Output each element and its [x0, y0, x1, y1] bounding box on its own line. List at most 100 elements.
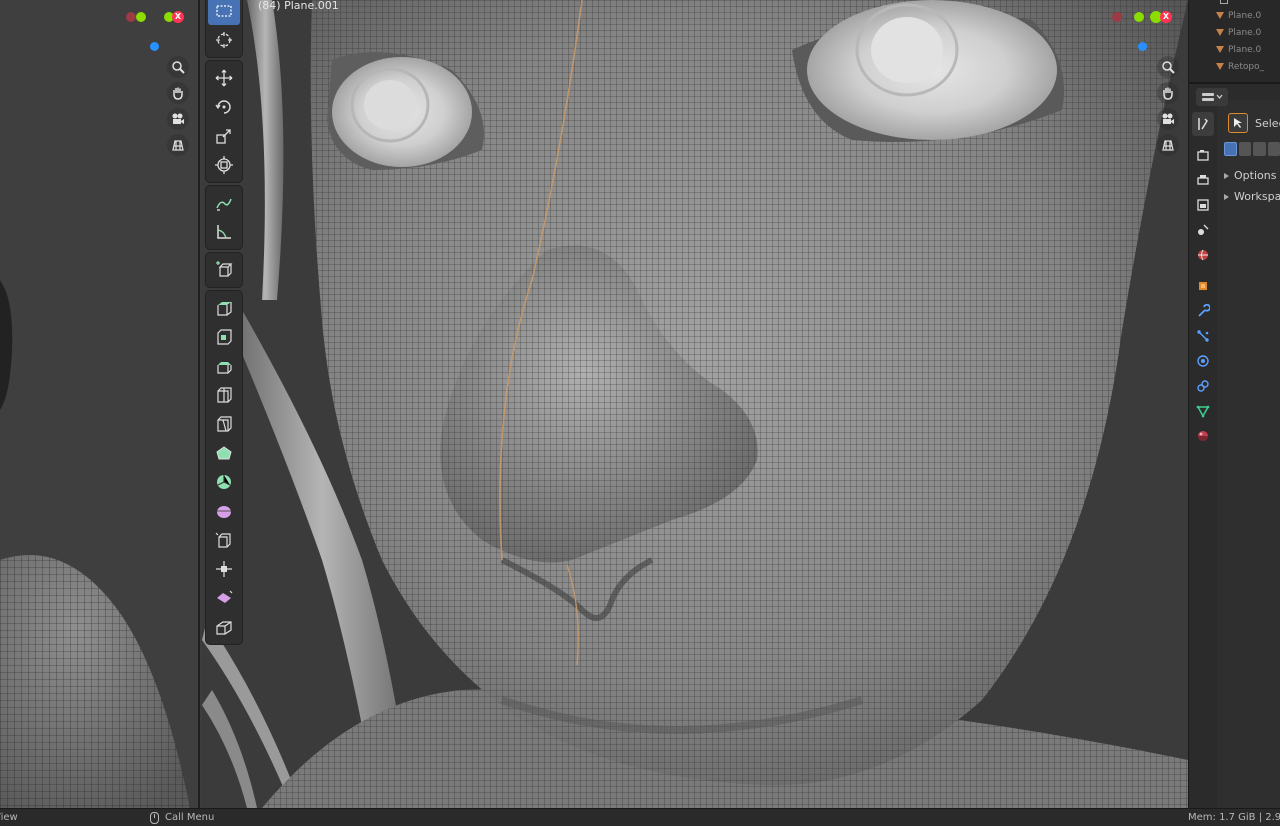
scale-tool[interactable] — [208, 122, 240, 150]
annotate-tool[interactable] — [208, 189, 240, 217]
world-globe-icon — [1198, 249, 1208, 261]
cursor-tool[interactable] — [208, 26, 240, 54]
outliner-row[interactable]: Retopo_ — [1192, 59, 1280, 76]
spin-icon — [217, 475, 231, 489]
mesh-object-icon — [1216, 29, 1224, 36]
rip-icon — [216, 621, 232, 635]
tab-physics[interactable] — [1192, 349, 1214, 373]
pan-hand-icon[interactable] — [1157, 82, 1179, 104]
extrude-icon — [217, 302, 232, 316]
axis-neg-x[interactable] — [126, 12, 136, 22]
zoom-icon[interactable] — [167, 56, 189, 78]
tab-data[interactable] — [1192, 399, 1214, 423]
shrink-fatten-icon — [216, 561, 232, 577]
mouse-button-icon — [150, 811, 159, 824]
rip-region-tool[interactable] — [208, 613, 240, 641]
edge-slide-tool[interactable] — [208, 526, 240, 554]
pan-hand-icon[interactable] — [167, 82, 189, 104]
add-cube-tool[interactable] — [208, 256, 240, 284]
loop-cut-tool[interactable] — [208, 381, 240, 409]
spin-tool[interactable] — [208, 468, 240, 496]
transform-tool[interactable] — [208, 151, 240, 179]
axis-y[interactable] — [136, 12, 146, 22]
mesh-data-triangle-icon — [1196, 405, 1210, 418]
status-left-text: View — [0, 812, 18, 823]
extrude-region-tool[interactable] — [208, 294, 240, 322]
knife-icon — [217, 416, 232, 432]
panel-workspace[interactable]: Workspac — [1220, 187, 1280, 207]
select-mode-buttons — [1224, 142, 1280, 158]
camera-icon[interactable] — [1157, 108, 1179, 130]
edge-slide-icon — [215, 532, 231, 548]
main-viewport[interactable]: (84) Plane.001 X — [202, 0, 1188, 808]
annotate-pencil-icon — [216, 198, 232, 211]
select-mode-subtract[interactable] — [1253, 142, 1266, 156]
object-square-icon — [1199, 282, 1207, 290]
expand-triangle-icon — [1224, 194, 1229, 200]
tab-material[interactable] — [1192, 424, 1214, 448]
active-tool-name: Selec — [1255, 117, 1280, 130]
loop-cut-icon — [217, 387, 232, 403]
select-box-tool[interactable] — [208, 0, 240, 25]
rotate-tool[interactable] — [208, 93, 240, 121]
measure-tool[interactable] — [208, 218, 240, 246]
grid-view-icon[interactable] — [167, 134, 189, 156]
zoom-icon[interactable] — [1157, 56, 1179, 78]
tab-constraints[interactable] — [1192, 374, 1214, 398]
outliner-row[interactable]: Plane.0 — [1192, 8, 1280, 25]
shear-icon — [217, 590, 233, 603]
left-navigation-gizmo[interactable]: X — [120, 0, 190, 51]
modifier-wrench-icon — [1198, 304, 1210, 317]
move-tool[interactable] — [208, 64, 240, 92]
axis-x[interactable]: X — [1160, 11, 1172, 23]
panel-options[interactable]: Options — [1220, 166, 1280, 186]
scene-icon — [1198, 224, 1209, 235]
tab-view-layer[interactable] — [1192, 193, 1214, 217]
tab-scene[interactable] — [1192, 218, 1214, 242]
tab-object[interactable] — [1192, 274, 1214, 298]
axis-neg-z[interactable] — [1138, 42, 1147, 51]
tab-tool[interactable] — [1192, 112, 1214, 136]
outliner-row[interactable]: Plane.0 — [1192, 42, 1280, 59]
shear-tool[interactable] — [208, 584, 240, 612]
face-mesh-render — [202, 0, 1188, 808]
axis-neg-z[interactable] — [150, 42, 159, 51]
active-tool-icon[interactable] — [1228, 113, 1248, 133]
main-navigation-gizmo[interactable]: X — [1108, 0, 1178, 51]
tool-group-transform — [206, 61, 242, 182]
active-object-label: (84) Plane.001 — [258, 0, 339, 12]
mesh-object-icon — [1216, 12, 1224, 19]
knife-tool[interactable] — [208, 410, 240, 438]
select-box-icon — [216, 5, 232, 17]
tool-group-add — [206, 253, 242, 287]
cursor-icon — [216, 32, 232, 48]
particles-icon — [1197, 330, 1209, 342]
grid-view-icon[interactable] — [1157, 134, 1179, 156]
select-mode-new[interactable] — [1224, 142, 1237, 156]
tab-world[interactable] — [1192, 243, 1214, 267]
select-mode-invert[interactable] — [1267, 142, 1280, 156]
inset-icon — [217, 329, 232, 345]
poly-build-tool[interactable] — [208, 439, 240, 467]
shrink-fatten-tool[interactable] — [208, 555, 240, 583]
editor-type-dropdown[interactable] — [1196, 88, 1228, 106]
tool-group-annotate — [206, 186, 242, 249]
tab-render[interactable] — [1192, 143, 1214, 167]
tab-output[interactable] — [1192, 168, 1214, 192]
move-arrows-icon — [215, 69, 233, 87]
axis-neg-x[interactable] — [1112, 12, 1122, 22]
smooth-tool[interactable] — [208, 497, 240, 525]
outliner-row[interactable]: Plane.0 — [1192, 25, 1280, 42]
status-call-menu-text: Call Menu — [165, 812, 215, 823]
tab-particles[interactable] — [1192, 324, 1214, 348]
tab-modifiers[interactable] — [1192, 299, 1214, 323]
left-viewport[interactable]: X — [0, 0, 200, 808]
bevel-tool[interactable] — [208, 352, 240, 380]
axis-x[interactable]: X — [172, 11, 184, 23]
mesh-object-icon — [1216, 63, 1224, 70]
camera-icon[interactable] — [167, 108, 189, 130]
inset-faces-tool[interactable] — [208, 323, 240, 351]
axis-y[interactable] — [1134, 12, 1144, 22]
tool-shelf — [206, 0, 242, 648]
select-mode-extend[interactable] — [1238, 142, 1252, 156]
